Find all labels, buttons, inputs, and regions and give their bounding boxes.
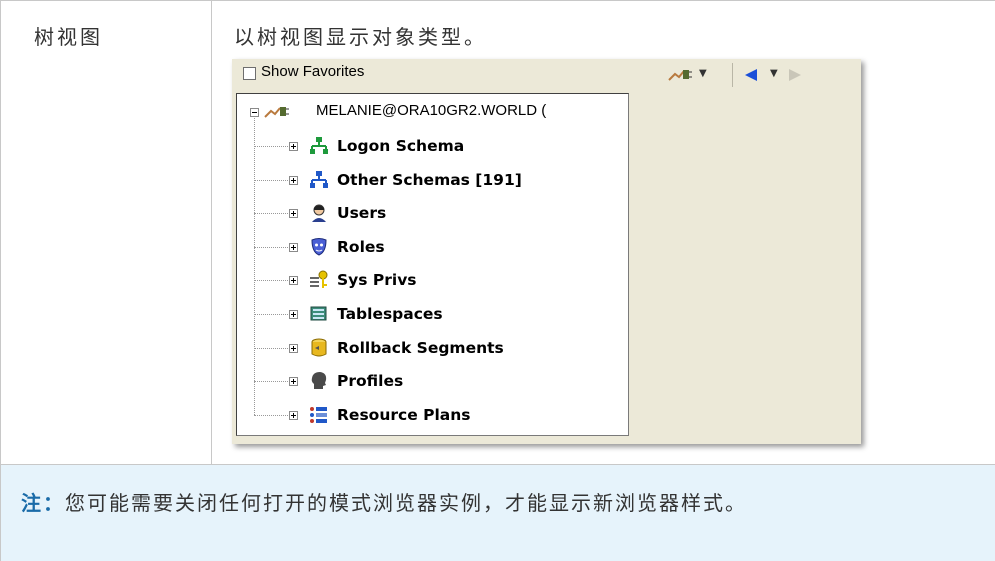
schema-icon-blue	[309, 170, 329, 190]
tree-node-label[interactable]: Roles	[337, 235, 385, 259]
tree-expand-toggle[interactable]	[289, 410, 298, 420]
table-row-tree-view: 树视图 以树视图显示对象类型。 Show Favorites ▼ ▼ MELAN…	[1, 0, 995, 465]
tree-branch-line	[254, 314, 294, 315]
tree-branch-line	[254, 146, 294, 147]
tree-node-label[interactable]: Logon Schema	[337, 134, 464, 158]
tree-expand-toggle[interactable]	[289, 142, 298, 151]
tree-expand-toggle[interactable]	[289, 209, 298, 219]
tree-branch-line	[254, 213, 294, 215]
tree-branch-line	[254, 347, 294, 349]
doc-table: 树视图 以树视图显示对象类型。 Show Favorites ▼ ▼ MELAN…	[0, 0, 995, 561]
note-body: 您可能需要关闭任何打开的模式浏览器实例，才能显示新浏览器样式。	[65, 491, 747, 515]
sys-privs-key-icon	[309, 270, 329, 290]
profile-head-icon	[309, 371, 329, 391]
note-prefix: 注：	[21, 491, 65, 515]
tree-branch-line	[254, 381, 294, 383]
term-cell: 树视图	[1, 1, 212, 464]
tree-expand-toggle[interactable]	[289, 242, 298, 252]
rollback-segments-icon	[309, 338, 329, 358]
back-dropdown-icon[interactable]: ▼	[770, 64, 778, 84]
tree-expand-toggle[interactable]	[289, 310, 298, 319]
forward-arrow-icon[interactable]	[788, 68, 802, 82]
schema-icon-green	[309, 136, 329, 156]
user-icon	[309, 203, 329, 223]
tree-node-label[interactable]: Other Schemas [191]	[337, 168, 522, 192]
connection-plug-icon[interactable]	[668, 68, 692, 82]
tree-branch-line	[254, 246, 294, 248]
tree-expand-toggle[interactable]	[289, 175, 298, 185]
toolbar-separator	[732, 63, 733, 87]
tree-node-label[interactable]: Tablespaces	[337, 302, 443, 326]
tree-node-label[interactable]: Rollback Segments	[337, 336, 504, 360]
connection-dropdown-icon[interactable]: ▼	[699, 64, 707, 84]
tree-node-label[interactable]: Profiles	[337, 369, 403, 393]
tree-node-label[interactable]: Users	[337, 201, 386, 225]
back-arrow-icon[interactable]	[744, 68, 758, 82]
show-favorites-checkbox[interactable]	[243, 67, 256, 80]
tree-expand-toggle[interactable]	[289, 377, 298, 387]
term-label: 树视图	[34, 25, 103, 49]
roles-mask-icon	[309, 237, 329, 257]
definition-text: 以树视图显示对象类型。	[234, 25, 487, 49]
tree-node-label[interactable]: Resource Plans	[337, 403, 471, 427]
note-row: 注：您可能需要关闭任何打开的模式浏览器实例，才能显示新浏览器样式。	[1, 465, 995, 561]
tree-root-connection[interactable]: MELANIE@ORA10GR2.WORLD (	[316, 99, 546, 123]
resource-plans-icon	[309, 405, 329, 425]
schema-browser-screenshot: Show Favorites ▼ ▼ MELANIE@ORA10GR2.WORL…	[232, 59, 861, 444]
tree-branch-line	[254, 280, 294, 282]
object-tree[interactable]: MELANIE@ORA10GR2.WORLD ( Logon Schema Oth…	[236, 93, 629, 436]
connection-plug-icon	[264, 107, 289, 118]
show-favorites-label: Show Favorites	[261, 63, 365, 80]
root-collapse-toggle[interactable]	[250, 108, 259, 117]
tree-node-label[interactable]: Sys Privs	[337, 268, 417, 292]
tree-branch-line	[254, 179, 294, 181]
note-text: 注：您可能需要关闭任何打开的模式浏览器实例，才能显示新浏览器样式。	[21, 487, 971, 519]
tree-branch-line	[254, 414, 294, 416]
tablespaces-icon	[309, 304, 329, 324]
tree-expand-toggle[interactable]	[289, 343, 298, 353]
tree-expand-toggle[interactable]	[289, 276, 298, 286]
tree-guide-line	[254, 118, 255, 415]
